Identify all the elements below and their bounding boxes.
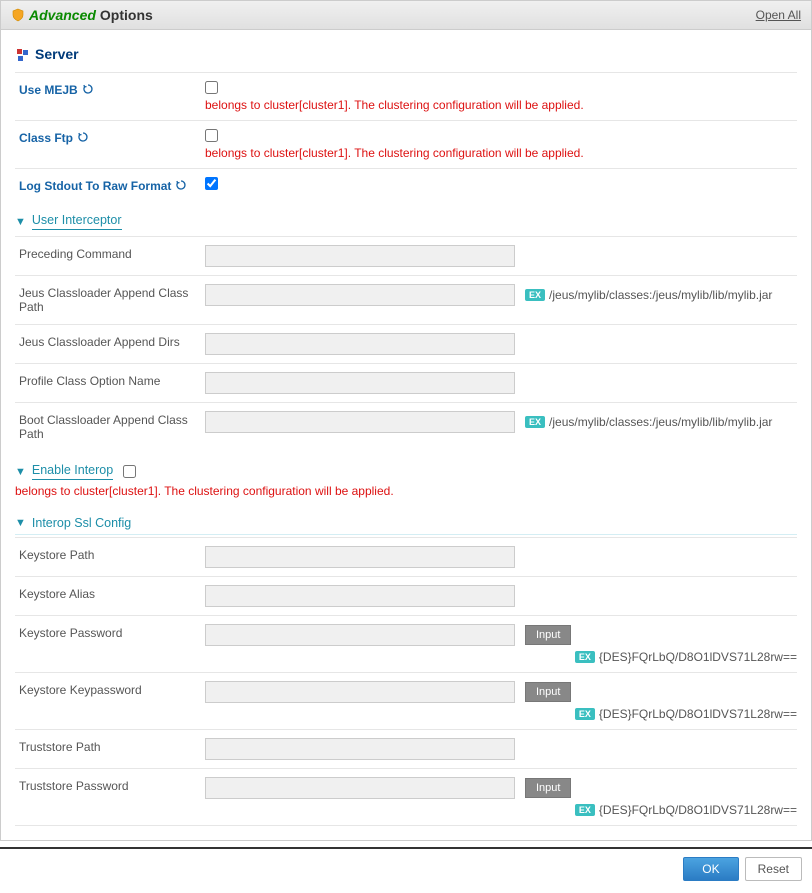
header-advanced-text: Advanced [29, 7, 96, 23]
enable-interop-checkbox[interactable] [123, 465, 136, 478]
use-mejb-checkbox[interactable] [205, 81, 218, 94]
ex-tag: EX [525, 289, 545, 301]
truststore-password-input[interactable] [205, 777, 515, 799]
boot-append-class-path-row: Boot Classloader Append Class Path EX /j… [15, 402, 797, 451]
preceding-command-label: Preceding Command [15, 243, 205, 265]
jeus-append-dirs-input[interactable] [205, 333, 515, 355]
keystore-keypassword-label: Keystore Keypassword [15, 679, 205, 701]
keystore-alias-label: Keystore Alias [15, 583, 205, 605]
jeus-append-class-path-example: EX /jeus/mylib/classes:/jeus/mylib/lib/m… [525, 288, 772, 302]
user-interceptor-heading[interactable]: ▼ User Interceptor [15, 203, 797, 234]
boot-append-class-path-label: Boot Classloader Append Class Path [15, 409, 205, 445]
truststore-path-row: Truststore Path [15, 729, 797, 768]
enable-interop-toggle[interactable]: ▼ Enable Interop [15, 463, 113, 480]
preceding-command-row: Preceding Command [15, 236, 797, 275]
ok-button[interactable]: OK [683, 857, 738, 881]
ex-tag: EX [575, 708, 595, 720]
keystore-password-input-button[interactable]: Input [525, 625, 571, 645]
header-title: Advanced Options [11, 7, 153, 23]
keystore-alias-row: Keystore Alias [15, 576, 797, 615]
jeus-append-dirs-row: Jeus Classloader Append Dirs [15, 324, 797, 363]
enable-interop-cluster-note: belongs to cluster[cluster1]. The cluste… [15, 480, 797, 506]
log-stdout-row: Log Stdout To Raw Format [15, 168, 797, 203]
keystore-keypassword-row: Keystore Keypassword Input EX {DES}FQrLb… [15, 672, 797, 729]
shield-icon [11, 8, 25, 22]
jeus-append-class-path-input[interactable] [205, 284, 515, 306]
ex-tag: EX [525, 416, 545, 428]
keystore-alias-input[interactable] [205, 585, 515, 607]
keystore-keypassword-input-button[interactable]: Input [525, 682, 571, 702]
jeus-append-class-path-label: Jeus Classloader Append Class Path [15, 282, 205, 318]
refresh-icon [82, 83, 94, 95]
enable-interop-heading: ▼ Enable Interop [15, 451, 797, 480]
keystore-keypassword-example: EX {DES}FQrLbQ/D8O1lDVS71L28rw== [575, 707, 797, 721]
profile-class-option-label: Profile Class Option Name [15, 370, 205, 392]
keystore-password-input[interactable] [205, 624, 515, 646]
log-stdout-checkbox[interactable] [205, 177, 218, 190]
ex-tag: EX [575, 651, 595, 663]
keystore-password-example: EX {DES}FQrLbQ/D8O1lDVS71L28rw== [575, 650, 797, 664]
class-ftp-label: Class Ftp [15, 127, 205, 149]
use-mejb-label: Use MEJB [15, 79, 205, 101]
interop-ssl-heading[interactable]: ▼ Interop Ssl Config [15, 506, 797, 535]
truststore-path-input[interactable] [205, 738, 515, 760]
jeus-append-class-path-row: Jeus Classloader Append Class Path EX /j… [15, 275, 797, 324]
truststore-path-label: Truststore Path [15, 736, 205, 758]
class-ftp-cluster-note: belongs to cluster[cluster1]. The cluste… [205, 146, 797, 160]
advanced-options-header: Advanced Options Open All [0, 0, 812, 30]
preceding-command-input[interactable] [205, 245, 515, 267]
open-all-link[interactable]: Open All [756, 8, 801, 22]
header-options-text: Options [100, 7, 153, 23]
server-title: Server [35, 46, 79, 62]
keystore-path-row: Keystore Path [15, 537, 797, 576]
truststore-password-example: EX {DES}FQrLbQ/D8O1lDVS71L28rw== [575, 803, 797, 817]
refresh-icon [175, 179, 187, 191]
log-stdout-label: Log Stdout To Raw Format [15, 175, 205, 197]
jeus-append-dirs-label: Jeus Classloader Append Dirs [15, 331, 205, 353]
keystore-keypassword-input[interactable] [205, 681, 515, 703]
class-ftp-checkbox[interactable] [205, 129, 218, 142]
server-section-heading: Server [15, 40, 797, 72]
class-ftp-row: Class Ftp belongs to cluster[cluster1]. … [15, 120, 797, 168]
keystore-path-input[interactable] [205, 546, 515, 568]
keystore-path-label: Keystore Path [15, 544, 205, 566]
chevron-down-icon: ▼ [15, 216, 26, 228]
boot-append-class-path-example: EX /jeus/mylib/classes:/jeus/mylib/lib/m… [525, 415, 772, 429]
refresh-icon [77, 131, 89, 143]
ex-tag: EX [575, 804, 595, 816]
keystore-password-label: Keystore Password [15, 622, 205, 644]
use-mejb-row: Use MEJB belongs to cluster[cluster1]. T… [15, 72, 797, 120]
footer-buttons: OK Reset [0, 847, 812, 889]
use-mejb-cluster-note: belongs to cluster[cluster1]. The cluste… [205, 98, 797, 112]
keystore-password-row: Keystore Password Input EX {DES}FQrLbQ/D… [15, 615, 797, 672]
chevron-down-icon: ▼ [15, 517, 26, 529]
profile-class-option-input[interactable] [205, 372, 515, 394]
main-panel: Server Use MEJB belongs to cluster[clust… [0, 30, 812, 841]
truststore-password-label: Truststore Password [15, 775, 205, 797]
boot-append-class-path-input[interactable] [205, 411, 515, 433]
profile-class-option-row: Profile Class Option Name [15, 363, 797, 402]
truststore-password-input-button[interactable]: Input [525, 778, 571, 798]
truststore-password-row: Truststore Password Input EX {DES}FQrLbQ… [15, 768, 797, 826]
chevron-down-icon: ▼ [15, 466, 26, 478]
server-icon [17, 48, 29, 60]
reset-button[interactable]: Reset [745, 857, 802, 881]
